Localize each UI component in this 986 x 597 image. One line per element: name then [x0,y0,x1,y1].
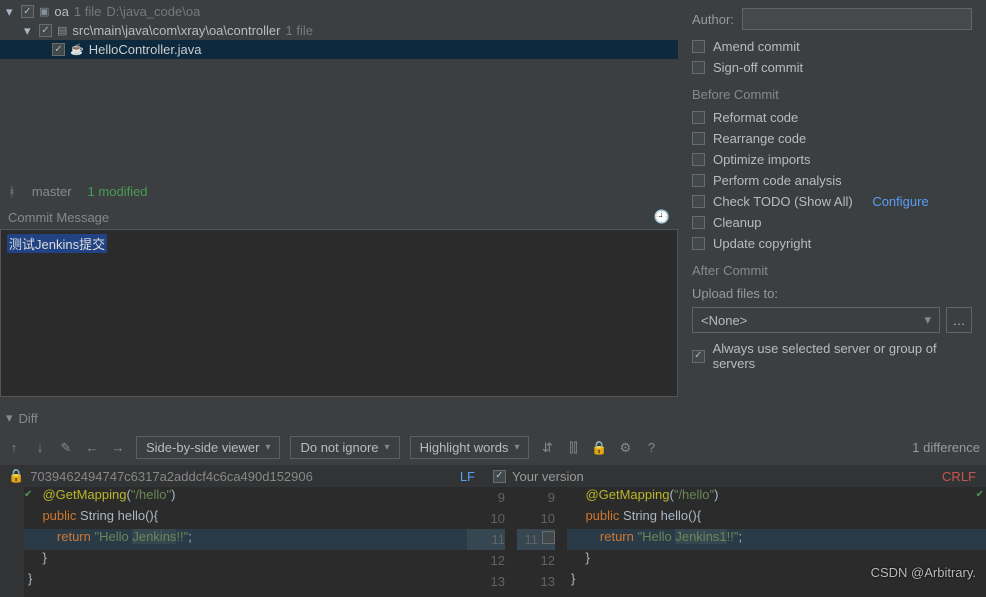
checkbox-optimize[interactable] [692,153,705,166]
checkbox-analysis[interactable] [692,174,705,187]
lock-icon: 🔒 [8,468,24,484]
help-icon[interactable]: ? [643,440,659,456]
folder-icon: ▤ [57,24,67,37]
chevron-down-icon[interactable]: ▾ [24,23,34,39]
java-file-icon: ☕ [70,43,84,56]
tree-row-file[interactable]: ☕ HelloController.java [0,40,678,59]
sync-scroll-icon[interactable]: ⫿⫿ [565,440,581,456]
upload-value: <None> [701,313,747,328]
gutter-check-icon: ✔ [24,489,32,500]
tree-pkg-name: src\main\java\com\xray\oa\controller [72,23,280,38]
opt-copyright: Update copyright [713,236,811,251]
prev-diff-icon[interactable]: ↑ [6,440,22,456]
opt-rearrange: Rearrange code [713,131,806,146]
diff-right-pane[interactable]: ✔ @GetMapping("/hello") public String he… [567,487,986,597]
configure-link[interactable]: Configure [872,194,928,209]
opt-todo: Check TODO (Show All) [713,194,853,209]
upload-browse-button[interactable]: … [946,307,972,333]
left-marker-gutter [0,487,24,597]
checkbox[interactable] [21,5,34,18]
tree-file-name: HelloController.java [89,42,202,57]
author-label: Author: [692,12,734,27]
difference-count: 1 difference [912,440,980,455]
opt-always: Always use selected server or group of s… [713,341,972,371]
branch-icon: ᚼ [8,184,16,199]
checkbox-copyright[interactable] [692,237,705,250]
folder-icon: ▣ [39,5,49,18]
tree-root-files: 1 file [74,4,101,19]
watermark: CSDN @Arbitrary. [871,565,976,580]
line-number-gutter: 910111213 910111213 [467,487,567,597]
checkbox[interactable] [52,43,65,56]
opt-reformat: Reformat code [713,110,798,125]
diff-code-view: ✔ @GetMapping("/hello") public String he… [0,487,986,597]
tree-pkg-files: 1 file [285,23,312,38]
chevron-down-icon[interactable]: ▾ [6,4,16,20]
diff-toolbar: ↑ ↓ ✎ ← → Side-by-side viewer Do not ign… [0,430,986,465]
modified-count[interactable]: 1 modified [88,184,148,199]
tree-root-path: D:\java_code\oa [106,4,200,19]
branch-bar: ᚼ master 1 modified [0,178,678,205]
lock-icon[interactable]: 🔒 [591,440,607,456]
diff-title-text: Diff [19,411,38,426]
nav-back-icon[interactable]: ← [84,440,100,456]
diff-left-pane[interactable]: ✔ @GetMapping("/hello") public String he… [24,487,467,597]
collapse-icon[interactable]: ⇵ [539,440,555,456]
gear-icon[interactable]: ⚙ [617,440,633,456]
commit-msg-label: Commit Message [8,210,109,225]
opt-analysis: Perform code analysis [713,173,842,188]
commit-options-panel: Author: Amend commit Sign-off commit Bef… [678,0,986,397]
tree-row-pkg[interactable]: ▾ ▤ src\main\java\com\xray\oa\controller… [0,21,678,40]
checkbox-todo[interactable] [692,195,705,208]
highlight-combo[interactable]: Highlight words [410,436,530,459]
tree-root-name: oa [54,4,68,19]
author-input[interactable] [742,8,972,30]
apply-change-checkbox[interactable] [542,531,555,544]
before-commit-header: Before Commit [692,87,972,102]
viewer-mode-combo[interactable]: Side-by-side viewer [136,436,280,459]
upload-label: Upload files to: [692,286,778,301]
checkbox-reformat[interactable] [692,111,705,124]
commit-message-text: 测试Jenkins提交 [7,234,107,253]
revision-hash: 7039462494747c6317a2addcf4c6ca490d152906 [30,469,313,484]
file-tree: ▾ ▣ oa 1 file D:\java_code\oa ▾ ▤ src\ma… [0,0,678,61]
opt-cleanup: Cleanup [713,215,761,230]
opt-optimize: Optimize imports [713,152,811,167]
diff-header[interactable]: ▾ Diff [0,406,986,430]
line-ending-left: LF [460,469,475,484]
opt-signoff: Sign-off commit [713,60,803,75]
gutter-check-icon: ✔ [976,489,984,500]
checkbox-rearrange[interactable] [692,132,705,145]
opt-amend: Amend commit [713,39,800,54]
checkbox-amend[interactable] [692,40,705,53]
tree-row-root[interactable]: ▾ ▣ oa 1 file D:\java_code\oa [0,2,678,21]
line-ending-right: CRLF [942,469,976,484]
branch-name[interactable]: master [32,184,72,199]
commit-message-input[interactable]: 测试Jenkins提交 [0,229,678,397]
checkbox-cleanup[interactable] [692,216,705,229]
checkbox[interactable] [39,24,52,37]
edit-icon[interactable]: ✎ [58,440,74,456]
upload-select[interactable]: <None>▾ [692,307,940,333]
checkbox-signoff[interactable] [692,61,705,74]
checkbox-your-version[interactable] [493,470,506,483]
your-version-label: Your version [512,469,584,484]
after-commit-header: After Commit [692,263,972,278]
history-icon[interactable]: 🕘 [654,209,670,225]
ignore-combo[interactable]: Do not ignore [290,436,399,459]
checkbox-always-server[interactable] [692,350,705,363]
nav-forward-icon[interactable]: → [110,440,126,456]
chevron-down-icon[interactable]: ▾ [6,410,13,426]
next-diff-icon[interactable]: ↓ [32,440,48,456]
